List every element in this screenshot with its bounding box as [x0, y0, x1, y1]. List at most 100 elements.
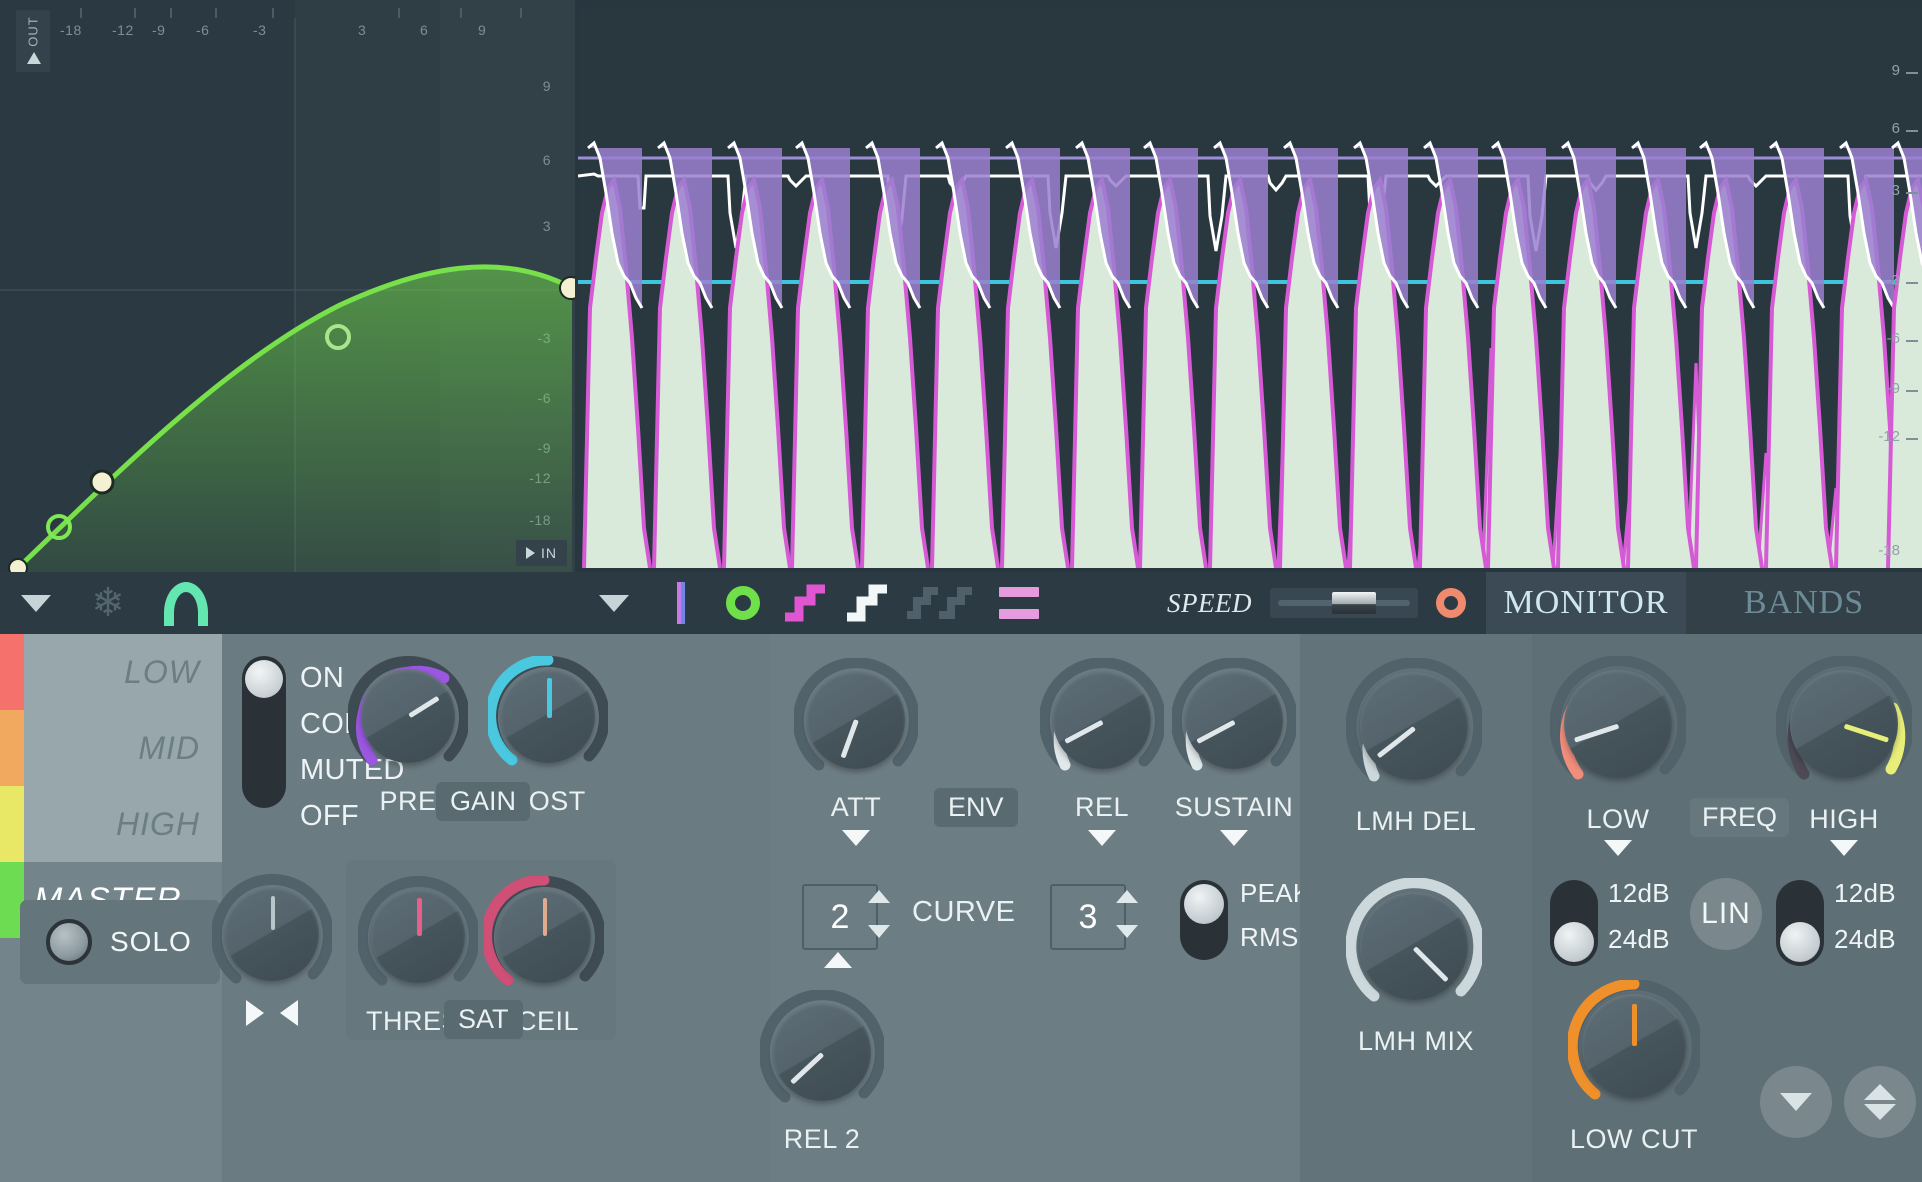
triangle-up-icon	[27, 52, 41, 64]
y-tick	[1906, 72, 1918, 74]
gain-group-label: GAIN	[450, 786, 517, 816]
low-freq-label: LOW	[1586, 804, 1650, 834]
env-group-button[interactable]: ENV	[934, 788, 1018, 827]
power-switch-handle[interactable]	[245, 660, 283, 698]
rel2-triangle-up-icon[interactable]	[824, 952, 852, 968]
stereo-width-icon	[242, 996, 302, 1030]
lmh-delay-knob[interactable]	[1346, 658, 1482, 794]
magnet-snap-button[interactable]	[144, 582, 228, 626]
gain-section: ON COM OFF MUTED OFF PRE	[212, 634, 770, 1182]
sustain-knob[interactable]	[1172, 658, 1296, 782]
triangle-down-icon[interactable]	[868, 925, 890, 938]
release-triangle-down-icon[interactable]	[1088, 830, 1116, 846]
post-gain-pointer	[547, 678, 552, 718]
preset-prev-button[interactable]	[1760, 1066, 1832, 1138]
sidebar-item-label: LOW	[124, 653, 200, 690]
low-slope-switch-handle[interactable]	[1554, 922, 1594, 962]
sidebar-item-high[interactable]: HIGH	[0, 786, 222, 862]
release-curve-stepper[interactable]	[1116, 890, 1138, 938]
attack-curve-stepper[interactable]	[868, 890, 890, 938]
low-slope-switch[interactable]	[1550, 880, 1598, 966]
speed-slider[interactable]	[1270, 588, 1418, 618]
preset-dropdown-button[interactable]	[0, 594, 72, 612]
y-axis-tick-label: -6	[1886, 330, 1900, 347]
release2-knob[interactable]	[760, 990, 884, 1114]
low-cut-knob[interactable]	[1568, 980, 1700, 1112]
tab-bands[interactable]: BANDS	[1686, 572, 1922, 634]
high-freq-triangle-down-icon[interactable]	[1830, 840, 1858, 856]
tool-line[interactable]	[650, 582, 712, 624]
lin-phase-button[interactable]: LIN	[1690, 878, 1762, 950]
triangle-up-icon[interactable]	[1116, 890, 1138, 903]
band-color-swatch	[0, 786, 24, 862]
thres-knob[interactable]	[358, 876, 478, 996]
high-slope-switch-handle[interactable]	[1780, 922, 1820, 962]
post-gain-knob[interactable]	[488, 656, 608, 776]
waveform-monitor-display[interactable]	[578, 8, 1922, 568]
detector-switch-handle[interactable]	[1184, 884, 1224, 924]
sat-group-button[interactable]: SAT	[444, 1000, 523, 1039]
high-slope-switch[interactable]	[1776, 880, 1824, 966]
out-axis-tab[interactable]: OUT	[16, 10, 50, 72]
power-option-on[interactable]: ON	[300, 662, 344, 695]
y-axis-tick-label: 3	[1891, 182, 1900, 199]
lmh-section: LMH DEL LMH MIX	[1300, 634, 1532, 1182]
record-icon	[1436, 588, 1466, 618]
attack-curve-input[interactable]: 2	[802, 884, 878, 950]
triangle-down-icon[interactable]	[1116, 925, 1138, 938]
preset-updown-button[interactable]	[1844, 1066, 1916, 1138]
release-curve-input[interactable]: 3	[1050, 884, 1126, 950]
y-tick	[1906, 390, 1918, 392]
ceil-knob[interactable]	[484, 876, 604, 996]
solo-button[interactable]: SOLO	[20, 900, 220, 984]
y-axis-tick-label: -3	[1886, 272, 1900, 289]
low-freq-knob[interactable]	[1550, 656, 1686, 792]
transfer-curve-svg	[0, 18, 575, 572]
attack-knob[interactable]	[794, 658, 918, 782]
in-axis-tab[interactable]: IN	[516, 540, 567, 566]
attack-triangle-down-icon[interactable]	[842, 830, 870, 846]
speed-slider-handle[interactable]	[1332, 592, 1376, 614]
low-slope-option-24db[interactable]: 24dB	[1608, 924, 1670, 955]
sidebar-item-low[interactable]: LOW	[0, 634, 222, 710]
y-axis-tick-label: 6	[1891, 120, 1900, 137]
triangle-up-icon[interactable]	[868, 890, 890, 903]
detector-option-rms[interactable]: RMS	[1240, 922, 1299, 953]
freeze-button[interactable]: ❄	[72, 583, 144, 623]
power-switch[interactable]	[242, 656, 286, 808]
attack-label: ATT	[830, 792, 882, 822]
tool-s-curve[interactable]	[774, 583, 836, 623]
transfer-curve-display[interactable]: -18 -12 -9 -6 -3 3 6 9 9 6 3 -3 -6 -9 -1…	[0, 0, 575, 572]
waveform-svg	[578, 141, 1922, 568]
low-cut-label: LOW CUT	[1570, 1124, 1698, 1154]
thres-pointer	[417, 898, 422, 936]
gain-group-button[interactable]: GAIN	[436, 782, 531, 821]
sidebar-item-mid[interactable]: MID	[0, 710, 222, 786]
snowflake-icon: ❄	[91, 581, 125, 625]
release-knob[interactable]	[1040, 658, 1164, 782]
in-axis-label: IN	[541, 545, 557, 561]
high-slope-option-24db[interactable]: 24dB	[1834, 924, 1896, 955]
freq-group-button[interactable]: FREQ	[1690, 798, 1790, 837]
tool-curve[interactable]	[836, 583, 898, 623]
detector-mode-switch[interactable]	[1180, 880, 1228, 960]
band-color-swatch	[0, 710, 24, 786]
sustain-triangle-down-icon[interactable]	[1220, 830, 1248, 846]
tool-equalize[interactable]	[982, 587, 1056, 619]
y-tick	[1906, 130, 1918, 132]
crossover-section: LOW FREQ HIGH 12dB 24dB LIN 12dB 24dB LO…	[1532, 634, 1922, 1182]
record-button[interactable]	[1436, 588, 1466, 618]
tool-node[interactable]	[712, 586, 774, 620]
tab-monitor[interactable]: MONITOR	[1486, 572, 1686, 634]
high-slope-option-12db[interactable]: 12dB	[1834, 878, 1896, 909]
low-freq-triangle-down-icon[interactable]	[1604, 840, 1632, 856]
stereo-width-knob[interactable]	[212, 874, 332, 994]
tool-multi-curve[interactable]	[898, 583, 982, 623]
pre-gain-knob[interactable]	[348, 656, 468, 776]
high-freq-knob[interactable]	[1776, 656, 1912, 792]
low-slope-option-12db[interactable]: 12dB	[1608, 878, 1670, 909]
plugin-window: -18 -12 -9 -6 -3 3 6 9 9 6 3 -3 -6 -9 -1…	[0, 0, 1922, 1182]
shape-dropdown-button[interactable]	[578, 594, 650, 612]
lmh-delay-label: LMH DEL	[1355, 806, 1477, 836]
lmh-mix-knob[interactable]	[1346, 878, 1482, 1014]
